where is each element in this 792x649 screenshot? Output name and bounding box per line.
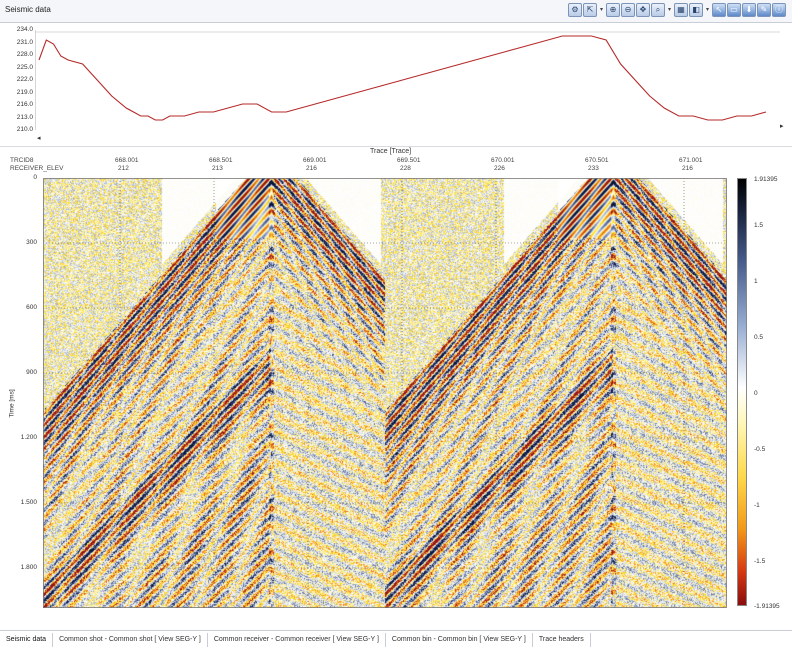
window-title: Seismic data <box>5 5 51 14</box>
time-tick-label: 1.800 <box>20 564 37 571</box>
elevation-series-line <box>38 35 767 121</box>
elevation-y-tick: 234.0 <box>16 26 33 33</box>
elevation-scroll-left-icon[interactable]: ◂ <box>37 134 41 142</box>
pan-icon[interactable]: ✥ <box>636 3 650 17</box>
tab-4[interactable]: Trace headers <box>533 633 591 647</box>
trace-tick-label: 671.001 <box>679 157 703 164</box>
grid-icon[interactable]: ▦ <box>674 3 688 17</box>
header-row-trcid: TRCID8 <box>10 157 34 164</box>
zoom-out-icon[interactable]: ⊖ <box>621 3 635 17</box>
pencil-icon[interactable]: ✎ <box>757 3 771 17</box>
trace-tick-label: 669.501 <box>397 157 421 164</box>
toolbar: ⚙ ⇱ ▾ ⊕ ⊖ ✥ ⌕ ▾ ▦ ◧ ▾ ↖ ▭ ⬇ ✎ ⓘ <box>568 3 786 19</box>
elevation-y-tick: 216.0 <box>16 101 33 108</box>
trace-tick-label: 670.501 <box>585 157 609 164</box>
pointer-icon[interactable]: ↖ <box>712 3 726 17</box>
zoom-extent-icon[interactable]: ⌕ <box>651 3 665 17</box>
colorbar-tick-label: 1.5 <box>754 222 764 229</box>
tab-1[interactable]: Common shot - Common shot [ View SEG-Y ] <box>53 633 208 647</box>
trace-tick-label: 668.501 <box>209 157 233 164</box>
colorbar-tick-label: -1.5 <box>754 558 766 565</box>
time-axis-label: Time [ms] <box>8 389 16 418</box>
seismic-section-image[interactable] <box>43 178 727 608</box>
elevation-x-axis-label: Trace [Trace] <box>370 148 412 155</box>
color-scale-icon[interactable]: ◧ <box>689 3 703 17</box>
colorbar-tick-label: -1 <box>754 502 760 509</box>
colorbar-max-label: 1.91395 <box>754 176 778 183</box>
trace-elev-label: 226 <box>494 165 505 172</box>
header-row-receiver-elev: RECEIVER_ELEV <box>10 165 64 172</box>
elevation-y-tick: 231.0 <box>16 38 33 46</box>
elevation-y-tick: 210.0 <box>16 126 33 133</box>
zoom-extent-dropdown-icon[interactable]: ▾ <box>666 3 673 17</box>
colorbar-min-label: -1.91395 <box>754 603 780 610</box>
panel-divider <box>0 146 792 147</box>
time-tick-label: 1.200 <box>20 434 37 441</box>
elevation-y-tick: 228.0 <box>16 51 33 58</box>
trace-tick-label: 670.001 <box>491 157 515 164</box>
color-scale-dropdown-icon[interactable]: ▾ <box>704 3 711 17</box>
elevation-scroll-right-icon[interactable]: ▸ <box>780 122 784 130</box>
tab-3[interactable]: Common bin - Common bin [ View SEG-Y ] <box>386 633 533 647</box>
window-icon[interactable]: ▭ <box>727 3 741 17</box>
window-titlebar: Seismic data ⚙ ⇱ ▾ ⊕ ⊖ ✥ ⌕ ▾ ▦ ◧ ▾ ↖ ▭ ⬇ ✎ ⓘ <box>0 0 792 23</box>
export-icon[interactable]: ⇱ <box>583 3 597 17</box>
save-icon[interactable]: ⬇ <box>742 3 756 17</box>
time-tick-label: 0 <box>33 174 37 181</box>
zoom-in-icon[interactable]: ⊕ <box>606 3 620 17</box>
export-dropdown-icon[interactable]: ▾ <box>598 3 605 17</box>
elevation-y-tick: 213.0 <box>16 113 33 121</box>
colorbar-tick-label: 0.5 <box>754 334 764 341</box>
colorbar-gradient <box>737 178 747 606</box>
trace-elev-label: 228 <box>400 165 411 172</box>
tab-0[interactable]: Seismic data <box>0 633 54 647</box>
trace-elev-label: 216 <box>682 165 693 172</box>
colorbar-tick-label: 0 <box>754 390 758 397</box>
colorbar-tick-label: -0.5 <box>754 446 766 453</box>
elevation-y-tick: 222.0 <box>16 76 33 83</box>
elevation-y-tick: 219.0 <box>16 88 33 96</box>
bottom-tab-bar: Seismic data Common shot - Common shot [ … <box>0 630 792 649</box>
elevation-chart[interactable] <box>35 30 780 138</box>
time-tick-label: 900 <box>26 369 37 376</box>
trace-elev-label: 233 <box>588 165 599 172</box>
trace-elev-label: 212 <box>118 165 129 172</box>
trace-elev-label: 216 <box>306 165 317 172</box>
colorbar-tick-label: 1 <box>754 278 758 285</box>
time-tick-label: 300 <box>26 239 37 246</box>
time-tick-label: 600 <box>26 304 37 311</box>
settings-icon[interactable]: ⚙ <box>568 3 582 17</box>
trace-elev-label: 213 <box>212 165 223 172</box>
info-icon[interactable]: ⓘ <box>772 3 786 17</box>
elevation-y-tick: 225.0 <box>16 63 33 71</box>
trace-tick-label: 668.001 <box>115 157 139 164</box>
tab-2[interactable]: Common receiver - Common receiver [ View… <box>208 633 386 647</box>
trace-tick-label: 669.001 <box>303 157 327 164</box>
time-tick-label: 1.500 <box>20 499 37 506</box>
